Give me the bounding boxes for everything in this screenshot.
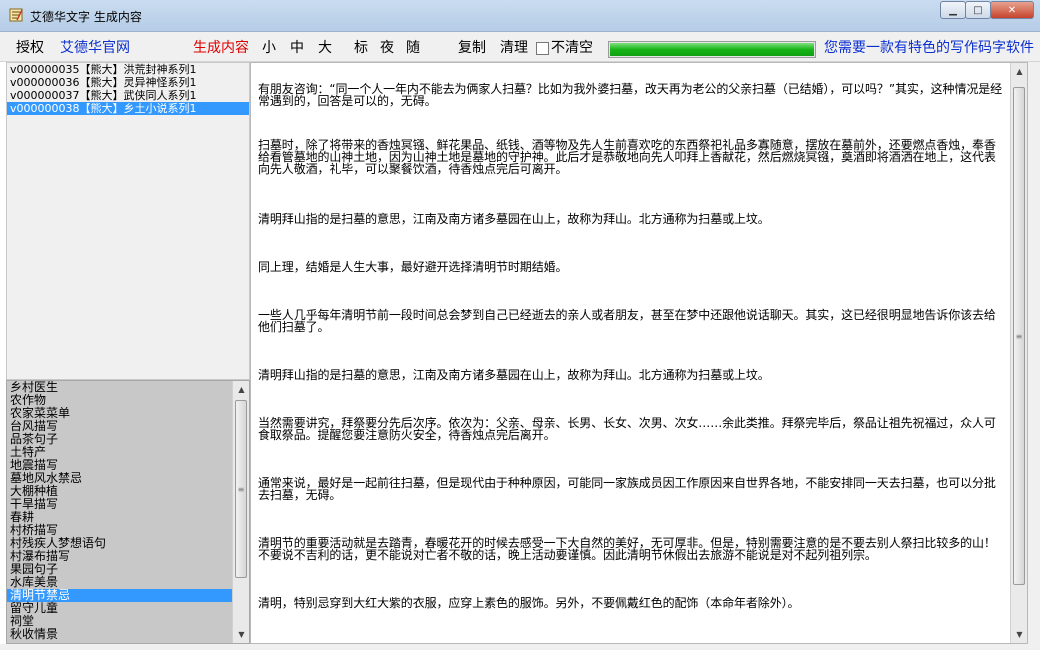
font-size-small-button[interactable]: 小 [262,40,276,56]
progress-bar [608,41,816,58]
topic-list[interactable]: 乡村医生 农作物 农家菜菜单 台风描写 品茶句子 土特产 地震描写 墓地风水禁忌 大棚种植 干旱描… [6,380,250,644]
app-icon [9,8,23,22]
project-list-item[interactable]: v000000035【熊大】洪荒封神系列1 [7,63,249,76]
content-paragraph: 清明拜山指的是扫墓的意思，江南及南方诸多墓园在山上，故称为拜山。北方通称为扫墓或… [258,368,770,382]
font-size-large-button[interactable]: 大 [318,40,332,56]
project-list[interactable]: v000000035【熊大】洪荒封神系列1 v000000036【熊大】灵异神怪系… [6,62,250,380]
content-paragraph: 当然需要讲究，拜祭要分先后次序。依次为：父亲、母亲、长男、长女、次男、次女……余… [258,416,996,442]
content-paragraph: 扫墓时，除了将带来的香烛冥镪、鲜花果品、纸钱、酒等物及先人生前喜欢吃的东西祭祀礼… [258,138,996,176]
license-link[interactable]: 授权 [16,40,44,56]
content-paragraph: 清明拜山指的是扫墓的意思，江南及南方诸多墓园在山上，故称为拜山。北方通称为扫墓或… [258,212,770,226]
topic-scroll-thumb[interactable]: ≡ [235,400,247,578]
copy-button[interactable]: 复制 [458,40,486,56]
content-paragraph: 清明节的重要活动就是去踏青，春暖花开的时候去感受一下大自然的美好，无可厚非。但是… [258,536,996,562]
title-bar: 艾德华文字 生成内容 ▁ □ ✕ [0,0,1040,32]
grip-icon: ≡ [237,484,245,494]
arrow-down-icon[interactable]: ▼ [1011,626,1027,643]
project-list-item[interactable]: v000000038【熊大】乡土小说系列1 [7,102,249,115]
topic-scrollbar[interactable]: ▲ ≡ ▼ [232,381,249,643]
arrow-up-icon[interactable]: ▲ [233,381,249,398]
project-list-item[interactable]: v000000036【熊大】灵异神怪系列1 [7,76,249,89]
window-edge-bottom [0,644,1040,650]
topic-list-item[interactable]: 秋收情景 [7,628,233,641]
random-mode-button[interactable]: 随 [406,40,420,56]
topic-list-item[interactable]: 干旱描写 [7,498,233,511]
project-list-item[interactable]: v000000037【熊大】武侠同人系列1 [7,89,249,102]
content-paragraph: 一些人几乎每年清明节前一段时间总会梦到自己已经逝去的亲人或者朋友，甚至在梦中还跟… [258,308,996,334]
clear-button[interactable]: 清理 [500,40,528,56]
topic-list-item[interactable]: 留守儿童 [7,602,233,615]
minimize-button[interactable]: ▁ [940,1,966,19]
toolbar: 授权 艾德华官网 生成内容 小 中 大 标 夜 随 复制 清理 不清空 您需要一… [0,32,1040,62]
arrow-down-icon[interactable]: ▼ [233,626,249,643]
no-clear-label: 不清空 [551,40,593,56]
maximize-button[interactable]: □ [965,1,991,19]
standard-mode-button[interactable]: 标 [354,40,368,56]
content-scroll-thumb[interactable]: ≡ [1013,87,1025,585]
content-paragraph: 通常来说，最好是一起前往扫墓，但是现代由于种种原因，可能同一家族成员因工作原因来… [258,476,996,502]
generate-content-button[interactable]: 生成内容 [193,40,249,56]
topic-items: 乡村医生 农作物 农家菜菜单 台风描写 品茶句子 土特产 地震描写 墓地风水禁忌 大棚种植 干旱描… [7,381,249,641]
promo-link[interactable]: 您需要一款有特色的写作码字软件 [824,40,1034,56]
window-controls: ▁ □ ✕ [940,1,1034,21]
grip-icon: ≡ [1015,331,1023,341]
window-title: 艾德华文字 生成内容 [30,10,142,24]
close-button[interactable]: ✕ [990,1,1034,19]
content-pane[interactable]: 有朋友咨询：“同一个人一年内不能去为俩家人扫墓？比如为我外婆扫墓，改天再为老公的… [250,62,1028,644]
official-site-link[interactable]: 艾德华官网 [60,40,130,56]
progress-fill [610,43,814,56]
window-edge [1028,62,1040,644]
content-paragraph: 有朋友咨询：“同一个人一年内不能去为俩家人扫墓？比如为我外婆扫墓，改天再为老公的… [258,82,1003,108]
content-paragraph: 同上理，结婚是人生大事，最好避开选择清明节时期结婚。 [258,260,568,274]
content-scrollbar[interactable]: ▲ ≡ ▼ [1010,63,1027,643]
content-paragraph: 清明，特别忌穿到大红大紫的衣服，应穿上素色的服饰。另外，不要佩戴红色的配饰（本命… [258,596,800,610]
font-size-medium-button[interactable]: 中 [290,40,304,56]
no-clear-checkbox[interactable] [536,42,549,55]
arrow-up-icon[interactable]: ▲ [1011,63,1027,80]
night-mode-button[interactable]: 夜 [380,40,394,56]
